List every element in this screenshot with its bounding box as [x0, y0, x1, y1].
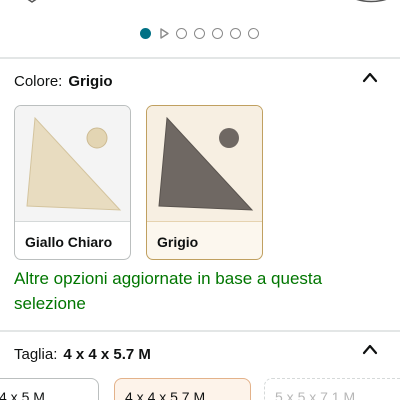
- selected-size-value: 4 x 4 x 5.7 M: [63, 345, 151, 363]
- color-option-giallo-chiaro[interactable]: Giallo Chiaro: [14, 105, 131, 260]
- options-updated-notice: Altre opzioni aggiornate in base a quest…: [14, 269, 323, 313]
- carousel-dot[interactable]: [176, 27, 187, 39]
- size-option-label: 5 x 5 x 7.1 M: [275, 389, 356, 400]
- carousel-pagination: [140, 26, 259, 40]
- swatch-image: [15, 106, 130, 222]
- section-divider: [0, 57, 400, 59]
- size-option-label: 4 x 5 M: [0, 389, 45, 400]
- size-option-label: 4 x 4 x 5.7 M: [125, 389, 206, 400]
- chevron-up-icon[interactable]: [362, 71, 378, 83]
- size-option[interactable]: 4 x 5 M: [0, 378, 99, 400]
- section-divider: [0, 330, 400, 332]
- shade-sail-triangle-icon: [158, 116, 254, 211]
- size-label: Taglia:: [14, 345, 58, 363]
- color-label: Colore:: [14, 72, 63, 90]
- carousel-dot[interactable]: [230, 27, 241, 39]
- size-section-header[interactable]: Taglia: 4 x 4 x 5.7 M: [14, 342, 151, 366]
- carousel-dot[interactable]: [194, 27, 205, 39]
- color-option-label: Grigio: [157, 234, 199, 250]
- selected-color-value: Grigio: [68, 72, 113, 90]
- shade-sail-triangle-icon: [26, 116, 122, 211]
- size-option-selected[interactable]: 4 x 4 x 5.7 M: [114, 378, 251, 400]
- carousel-dot-active[interactable]: [140, 27, 151, 39]
- swatch-image: [147, 106, 262, 222]
- chevron-up-icon[interactable]: [362, 343, 378, 355]
- carousel-dot[interactable]: [212, 27, 223, 39]
- carousel-dot[interactable]: [248, 27, 259, 39]
- video-play-icon[interactable]: [158, 27, 169, 39]
- color-section-header[interactable]: Colore: Grigio: [14, 69, 113, 93]
- size-option-unavailable[interactable]: 5 x 5 x 7.1 M: [264, 378, 400, 400]
- color-option-label: Giallo Chiaro: [25, 234, 113, 250]
- product-image-fragment: [27, 0, 37, 3]
- color-option-grigio[interactable]: Grigio: [146, 105, 263, 260]
- product-image-fragment: [356, 0, 387, 3]
